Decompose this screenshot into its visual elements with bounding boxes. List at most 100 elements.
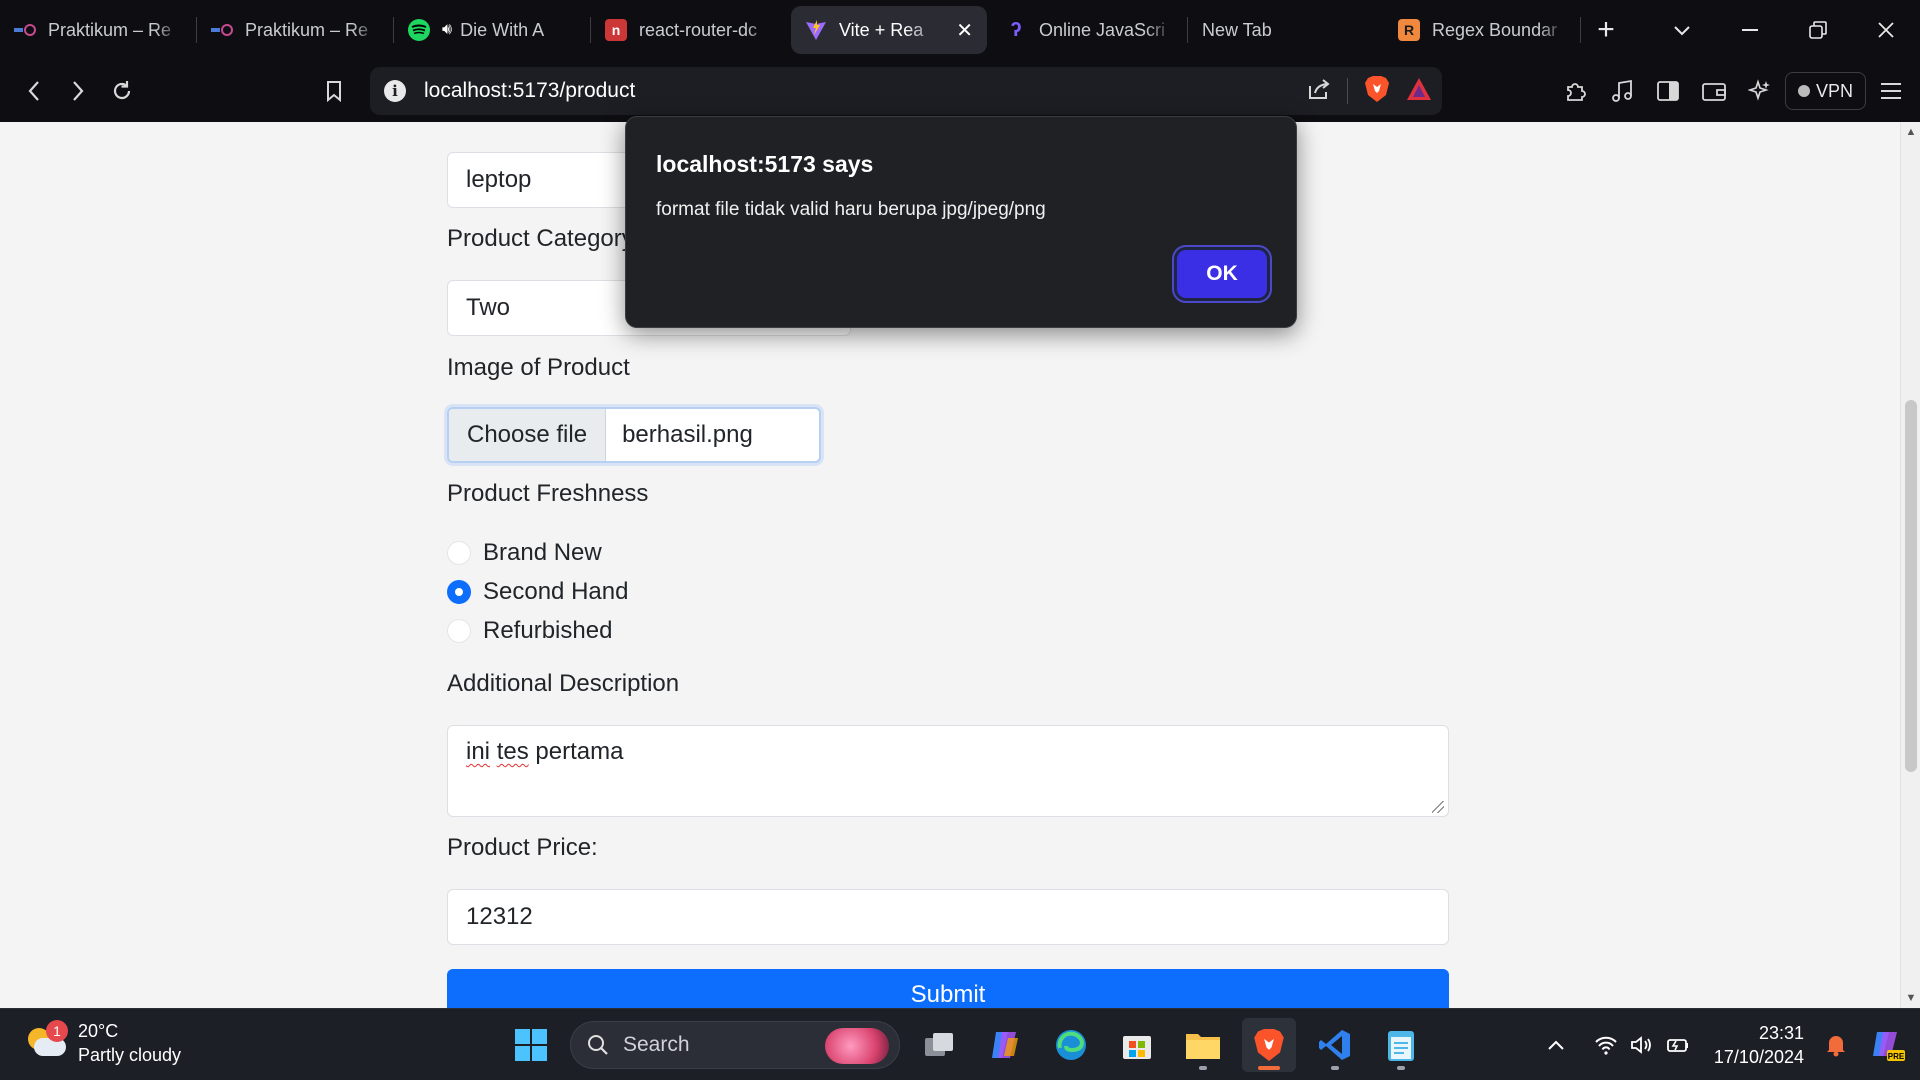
new-tab-button[interactable]: + [1581, 6, 1631, 54]
brave-shields-icon[interactable] [1364, 75, 1390, 108]
system-clock[interactable]: 23:31 17/10/2024 [1714, 1021, 1804, 1069]
leo-ai-icon[interactable] [1739, 70, 1781, 112]
tab-praktikum-1[interactable]: Praktikum – Re [0, 6, 196, 54]
close-window-button[interactable] [1852, 0, 1920, 60]
copilot-pre-icon[interactable]: PRE [1870, 1027, 1906, 1063]
task-view-icon[interactable] [912, 1018, 966, 1072]
praktikum-icon [14, 19, 36, 41]
radio-brand-new[interactable]: Brand New [447, 539, 602, 567]
media-music-icon[interactable] [1601, 70, 1643, 112]
tab-spotify[interactable]: 🔊︎ Die With A [394, 6, 590, 54]
battery-charging-icon[interactable] [1660, 1027, 1696, 1063]
vpn-status-icon [1797, 85, 1810, 97]
divider [1347, 78, 1348, 104]
radio-button-checked[interactable] [447, 580, 471, 604]
reload-button[interactable] [100, 69, 144, 113]
copilot-icon[interactable] [978, 1018, 1032, 1072]
brave-browser-icon[interactable] [1242, 1018, 1296, 1072]
back-button[interactable] [12, 69, 56, 113]
extensions-icon[interactable] [1555, 70, 1597, 112]
notepad-icon[interactable] [1374, 1018, 1428, 1072]
tab-title: Die With A [460, 19, 545, 40]
vite-icon [805, 19, 827, 41]
dialog-message: format file tidak valid haru berupa jpg/… [656, 199, 1046, 220]
brave-rewards-icon[interactable] [1406, 77, 1432, 106]
file-explorer-icon[interactable] [1176, 1018, 1230, 1072]
selected-file-name: berhasil.png [622, 421, 753, 448]
category-value: Two [466, 294, 511, 321]
weather-temp: 20°C [78, 1021, 119, 1041]
product-name-value: leptop [466, 166, 532, 193]
tab-regex[interactable]: R Regex Boundar [1384, 6, 1580, 54]
bookmark-icon[interactable] [312, 69, 356, 113]
share-icon[interactable] [1307, 78, 1331, 105]
taskbar-search[interactable]: Search [570, 1021, 900, 1069]
page-scrollbar[interactable]: ▲ ▼ [1900, 122, 1920, 1008]
address-bar[interactable]: i localhost:5173/product [370, 67, 1442, 115]
tab-title: Praktikum – Re [245, 19, 369, 40]
weather-widget[interactable]: 1 20°C Partly cloudy [24, 1019, 181, 1067]
tab-title: New Tab [1202, 19, 1272, 40]
npm-icon: n [605, 19, 627, 41]
windows-start-icon[interactable] [504, 1018, 558, 1072]
radio-button[interactable] [447, 541, 471, 565]
category-label: Product Category [447, 225, 634, 252]
radio-label: Second Hand [483, 578, 629, 605]
wifi-icon[interactable] [1588, 1027, 1624, 1063]
url-text[interactable]: localhost:5173/product [424, 79, 635, 103]
scroll-up-icon[interactable]: ▲ [1905, 126, 1917, 138]
spotify-icon [408, 19, 430, 41]
restore-button[interactable] [1784, 0, 1852, 60]
tab-list-chevron-down-icon[interactable] [1648, 0, 1716, 60]
window-controls [1648, 0, 1920, 60]
tab-react-router[interactable]: n react-router-dc [591, 6, 787, 54]
tab-online-javascript[interactable]: ʔ Online JavaScri [991, 6, 1187, 54]
misspelled-word: ini [466, 738, 491, 765]
site-info-icon[interactable]: i [384, 80, 406, 102]
praktikum-icon [211, 19, 233, 41]
scroll-down-icon[interactable]: ▼ [1905, 992, 1917, 1004]
toolbar-actions: VPN [1555, 60, 1920, 122]
search-highlight-image [825, 1028, 889, 1064]
radio-button[interactable] [447, 619, 471, 643]
resize-handle[interactable] [1432, 801, 1444, 813]
tab-title: Praktikum – Re [48, 19, 172, 40]
menu-icon[interactable] [1870, 70, 1912, 112]
regex-icon: R [1398, 19, 1420, 41]
programiz-icon: ʔ [1010, 18, 1022, 41]
tab-new-tab[interactable]: New Tab [1188, 6, 1384, 54]
url-host: localhost [424, 79, 507, 102]
radio-second-hand[interactable]: Second Hand [447, 578, 628, 606]
volume-icon[interactable] [1624, 1027, 1660, 1063]
dialog-title: localhost:5173 says [656, 151, 874, 177]
vpn-button[interactable]: VPN [1784, 72, 1866, 110]
tab-vite-react[interactable]: Vite + Rea ✕ [791, 6, 987, 54]
scrollbar-thumb[interactable] [1905, 400, 1917, 772]
vscode-icon[interactable] [1308, 1018, 1362, 1072]
chevron-up-icon[interactable] [1538, 1027, 1574, 1063]
sidebar-icon[interactable] [1647, 70, 1689, 112]
edge-browser-icon[interactable] [1044, 1018, 1098, 1072]
tab-praktikum-2[interactable]: Praktikum – Re [197, 6, 393, 54]
radio-refurbished[interactable]: Refurbished [447, 617, 612, 645]
audio-playing-icon[interactable]: 🔊︎ [442, 21, 452, 39]
tab-title: Regex Boundar [1432, 19, 1558, 40]
wallet-icon[interactable] [1693, 70, 1735, 112]
submit-button[interactable]: Submit [447, 969, 1449, 1008]
microsoft-store-icon[interactable] [1110, 1018, 1164, 1072]
close-icon[interactable]: ✕ [956, 18, 973, 43]
weather-desc: Partly cloudy [78, 1045, 182, 1065]
system-tray: 23:31 17/10/2024 PRE [1538, 1009, 1920, 1080]
tab-title: react-router-dc [639, 19, 758, 40]
svg-text:PRE: PRE [1888, 1052, 1905, 1061]
radio-label: Brand New [483, 539, 602, 566]
forward-button[interactable] [56, 69, 100, 113]
minimize-button[interactable] [1716, 0, 1784, 60]
description-textarea[interactable]: ini tes pertama [447, 725, 1449, 817]
choose-file-button[interactable]: Choose file [449, 409, 607, 461]
image-label: Image of Product [447, 354, 630, 381]
image-file-input[interactable]: Choose file berhasil.png [447, 407, 821, 463]
ok-button[interactable]: OK [1172, 245, 1272, 303]
price-input[interactable]: 12312 [447, 889, 1449, 945]
notification-bell-icon[interactable] [1818, 1027, 1854, 1063]
